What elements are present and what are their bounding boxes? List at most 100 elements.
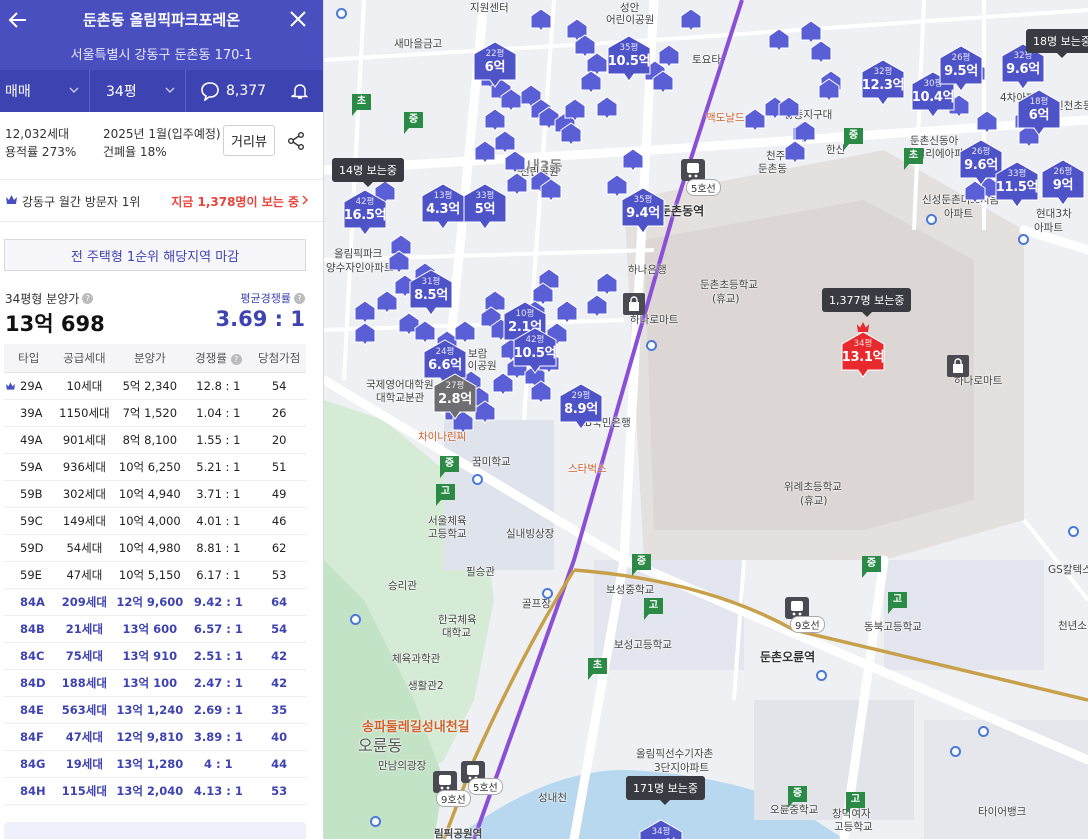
house-icon[interactable] <box>354 300 376 324</box>
house-icon[interactable] <box>784 140 806 164</box>
households-text: 12,032세대 <box>5 127 70 141</box>
house-icon[interactable] <box>484 108 506 132</box>
school-flag-icon[interactable]: 초 <box>588 658 610 680</box>
price-marker[interactable]: 27평 2.8억 <box>432 372 478 422</box>
school-flag-icon[interactable]: 고 <box>644 598 666 620</box>
viewers-bubble[interactable]: 14명 보는중 <box>332 158 404 187</box>
price-marker[interactable]: 18평 6억 <box>1016 88 1062 138</box>
bus-stop-icon[interactable] <box>926 214 937 225</box>
house-icon[interactable] <box>818 78 840 102</box>
house-icon[interactable] <box>622 148 644 172</box>
house-icon[interactable] <box>658 44 680 68</box>
bus-stop-icon[interactable] <box>1068 526 1079 537</box>
house-icon[interactable] <box>530 8 552 32</box>
col-header: 분양가 <box>115 344 185 373</box>
house-icon[interactable] <box>388 250 410 274</box>
bus-stop-icon[interactable] <box>370 816 381 827</box>
house-icon[interactable] <box>354 322 376 346</box>
house-icon[interactable] <box>556 300 578 324</box>
house-icon[interactable] <box>810 40 832 64</box>
cell-text: 10억 5,150 <box>118 567 181 582</box>
house-icon[interactable] <box>586 294 608 318</box>
price-marker[interactable]: 33평 5억 <box>462 182 508 232</box>
bus-stop-icon[interactable] <box>472 474 483 485</box>
subscription-notice: 전 주택형 1순위 해당지역 마감 <box>4 239 306 271</box>
house-icon[interactable] <box>564 98 586 122</box>
price-marker[interactable]: 42평 10.5억 <box>512 326 558 376</box>
school-flag-icon[interactable]: 고 <box>436 484 458 506</box>
school-flag-icon[interactable]: 초 <box>352 94 374 116</box>
house-icon[interactable] <box>504 150 526 174</box>
price-marker[interactable]: 26평 9억 <box>1040 158 1086 208</box>
house-icon[interactable] <box>768 28 790 52</box>
cell-text: 59B <box>20 486 43 501</box>
school-flag-icon[interactable]: 고 <box>888 592 910 614</box>
trade-type-dropdown[interactable]: 매매 <box>0 70 90 112</box>
price-marker[interactable]: 34평 13.1억 <box>840 322 886 380</box>
house-icon[interactable] <box>778 96 800 120</box>
shopping-bag-icon[interactable] <box>946 354 972 380</box>
price-marker[interactable]: 22평 6억 <box>472 40 518 90</box>
share-icon[interactable] <box>286 131 306 151</box>
viewers-bubble[interactable]: 18명 보는중 <box>1026 29 1088 58</box>
price-marker[interactable]: 42평 16.5억 <box>342 188 388 238</box>
house-icon[interactable] <box>976 110 998 134</box>
price-marker[interactable]: 32평 12.3억 <box>860 58 906 108</box>
price-marker[interactable]: 26평 9.5억 <box>938 44 984 94</box>
viewers-bubble[interactable]: 1,377명 보는중 <box>822 288 912 317</box>
comments-button[interactable]: 8,377 <box>186 70 280 112</box>
house-icon[interactable] <box>560 122 582 146</box>
size-dropdown[interactable]: 34평 <box>90 70 186 112</box>
map-label: 생활관2 <box>408 680 444 692</box>
help-icon[interactable]: ? <box>82 293 94 304</box>
price-marker[interactable]: 35평 9.4억 <box>620 186 666 236</box>
house-icon[interactable] <box>474 140 496 164</box>
viewers-bubble[interactable]: 171명 보는중 <box>626 776 705 805</box>
house-icon[interactable] <box>580 70 602 94</box>
bus-stop-icon[interactable] <box>978 726 989 737</box>
shopping-bag-icon[interactable] <box>622 292 648 318</box>
street-view-button[interactable]: 거리뷰 <box>223 125 275 156</box>
house-icon[interactable] <box>492 372 514 396</box>
bus-stop-icon[interactable] <box>1018 234 1029 245</box>
price-marker[interactable]: 34평13억 <box>638 818 684 839</box>
house-icon[interactable] <box>744 108 766 132</box>
house-icon[interactable] <box>596 272 618 296</box>
house-icon[interactable] <box>530 380 552 404</box>
help-icon[interactable]: ? <box>294 292 305 304</box>
school-flag-icon[interactable]: 초 <box>904 148 926 170</box>
school-flag-icon[interactable]: 중 <box>788 786 810 808</box>
alert-button[interactable] <box>280 70 320 112</box>
back-arrow-icon[interactable] <box>6 8 30 32</box>
help-icon[interactable]: ? <box>230 353 242 365</box>
house-icon[interactable] <box>596 96 618 120</box>
price-marker[interactable]: 31평 8.5억 <box>408 268 454 318</box>
school-flag-icon[interactable]: 중 <box>632 554 654 576</box>
bus-stop-icon[interactable] <box>646 340 657 351</box>
house-icon[interactable] <box>540 178 562 202</box>
rank-banner[interactable]: 강동구 월간 방문자 1위 지금 1,378명이 보는 중 <box>0 180 323 222</box>
school-flag-icon[interactable]: 고 <box>846 792 868 814</box>
cell-text: 42 <box>271 675 288 690</box>
school-flag-icon[interactable]: 중 <box>440 456 462 478</box>
bus-stop-icon[interactable] <box>336 8 347 19</box>
price-marker[interactable]: 29평 8.9억 <box>558 382 604 432</box>
school-flag-icon[interactable]: 중 <box>404 112 426 134</box>
house-icon[interactable] <box>376 290 398 314</box>
bus-stop-icon[interactable] <box>542 588 553 599</box>
close-icon[interactable] <box>287 8 309 30</box>
house-icon[interactable] <box>652 70 674 94</box>
school-flag-icon[interactable]: 중 <box>844 128 866 150</box>
bus-stop-icon[interactable] <box>816 670 827 681</box>
price-marker[interactable]: 35평 10.5억 <box>606 34 652 84</box>
price-marker[interactable]: 33평 11.5억 <box>994 160 1040 210</box>
price-marker[interactable]: 13평 4.3억 <box>420 182 466 232</box>
cell-text: 84C <box>20 648 45 663</box>
house-icon[interactable] <box>506 172 528 196</box>
house-icon[interactable] <box>680 8 702 32</box>
school-flag-icon[interactable]: 중 <box>862 556 884 578</box>
bus-stop-icon[interactable] <box>350 614 361 625</box>
bus-stop-icon[interactable] <box>950 746 961 757</box>
marker-price: 9.4억 <box>626 206 660 221</box>
map-view[interactable]: 새마을금고 토요타 어린이공원 성안 지원센터 성내3동 선린공원 둔촌동역 하… <box>324 0 1088 839</box>
